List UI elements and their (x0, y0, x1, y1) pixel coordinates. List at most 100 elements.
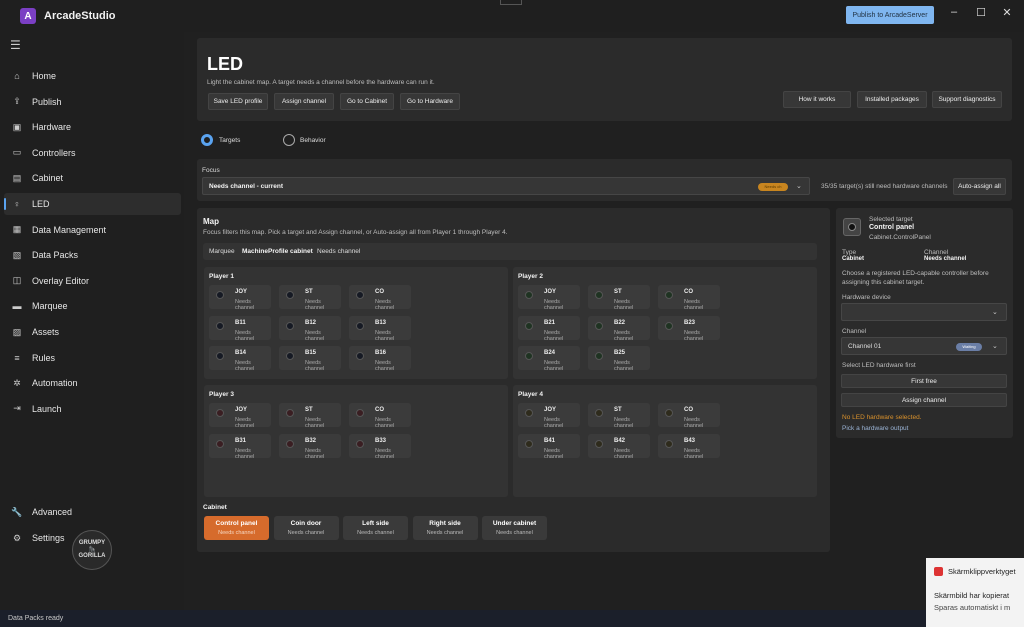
cabinet-target-right-side[interactable]: Right side Needs channel (412, 516, 478, 540)
target-name: CO (375, 289, 384, 295)
led-target-tile[interactable]: B14 Needs channel (209, 346, 271, 372)
led-target-tile[interactable]: ST Needs channel (588, 285, 650, 311)
pick-hardware-link[interactable]: Pick a hardware output (842, 425, 908, 432)
led-indicator-icon (525, 439, 533, 448)
led-target-tile[interactable]: CO Needs channel (349, 285, 411, 311)
led-target-tile[interactable]: B25 Needs channel (588, 346, 650, 372)
led-target-tile[interactable]: B16 Needs channel (349, 346, 411, 372)
led-indicator-icon (356, 439, 364, 448)
sidebar-item-cabinet[interactable]: ▤ Cabinet (4, 167, 181, 189)
minimize-icon[interactable]: – (946, 6, 962, 18)
breadcrumb: Marquee MachineProfile cabinet Needs cha… (203, 243, 817, 260)
led-target-tile[interactable]: B31 Needs channel (209, 433, 271, 460)
target-name: JOY (235, 289, 248, 295)
led-target-tile[interactable]: B24 Needs channel (518, 346, 580, 372)
cabinet-target-under-cabinet[interactable]: Under cabinet Needs channel (482, 516, 547, 540)
hardware-device-dropdown[interactable]: ⌄ (841, 303, 1007, 321)
sidebar-item-rules[interactable]: ≡ Rules (4, 347, 181, 369)
led-target-tile[interactable]: JOY Needs channel (518, 403, 580, 429)
led-target-tile[interactable]: B23 Needs channel (658, 315, 720, 342)
sidebar-item-data-packs[interactable]: ▧ Data Packs (4, 244, 181, 266)
sidebar-item-launch[interactable]: ⇥ Launch (4, 398, 181, 420)
led-target-tile[interactable]: JOY Needs channel (518, 285, 580, 311)
sidebar-item-assets[interactable]: ▨ Assets (4, 321, 181, 343)
go-to-hardware-button[interactable]: Go to Hardware (400, 93, 460, 110)
sidebar-item-label: Overlay Editor (32, 275, 90, 286)
target-status: Needs channel (375, 417, 395, 429)
target-name: CO (684, 407, 693, 413)
behavior-radio[interactable] (283, 134, 295, 146)
first-free-button[interactable]: First free (841, 374, 1007, 388)
led-target-tile[interactable]: B21 Needs channel (518, 315, 580, 342)
led-target-tile[interactable]: B42 Needs channel (588, 433, 650, 460)
toast-notification[interactable]: Skärmklippverktyget Skärmbild har kopier… (926, 558, 1024, 627)
breadcrumb-machineprofile[interactable]: MachineProfile cabinet (242, 248, 313, 255)
sidebar-item-label: Home (32, 71, 57, 81)
assign-channel-button[interactable]: Assign channel (274, 93, 334, 110)
assign-channel-side-button[interactable]: Assign channel (841, 393, 1007, 407)
installed-packages-button[interactable]: Installed packages (857, 91, 927, 108)
led-target-tile[interactable]: JOY Needs channel (209, 285, 271, 311)
breadcrumb-needs-channel[interactable]: Needs channel (317, 248, 360, 255)
led-target-tile[interactable]: JOY Needs channel (209, 403, 271, 429)
led-target-tile[interactable]: CO Needs channel (658, 285, 720, 311)
sidebar-item-controllers[interactable]: ▭ Controllers (4, 142, 181, 164)
sidebar-item-data-management[interactable]: ▦ Data Management (4, 219, 181, 241)
led-target-tile[interactable]: B43 Needs channel (658, 433, 720, 460)
led-target-tile[interactable]: B12 Needs channel (279, 315, 341, 342)
database-icon: ▦ (12, 224, 22, 235)
maximize-icon[interactable]: ☐ (973, 6, 989, 19)
cabinet-target-coin-door[interactable]: Coin door Needs channel (273, 516, 339, 540)
led-target-tile[interactable]: B41 Needs channel (518, 433, 580, 460)
auto-assign-all-button[interactable]: Auto-assign all (953, 178, 1006, 195)
led-target-tile[interactable]: B11 Needs channel (209, 315, 271, 342)
cabinet-target-control-panel[interactable]: Control panel Needs channel (204, 516, 269, 540)
sidebar-item-led[interactable]: ♀ LED (4, 193, 181, 215)
sidebar-item-hardware[interactable]: ▣ Hardware (4, 116, 181, 138)
close-icon[interactable]: ✕ (999, 6, 1015, 19)
drag-handle[interactable] (500, 0, 522, 5)
save-led-profile-button[interactable]: Save LED profile (208, 93, 268, 110)
led-target-tile[interactable]: B13 Needs channel (349, 315, 411, 342)
sidebar-item-automation[interactable]: ✲ Automation (4, 372, 181, 394)
led-target-tile[interactable]: ST Needs channel (588, 403, 650, 429)
go-to-cabinet-button[interactable]: Go to Cabinet (340, 93, 394, 110)
cabinet-target-left-side[interactable]: Left side Needs channel (343, 516, 408, 540)
gear-icon: ✲ (13, 377, 21, 388)
target-status: Needs channel (235, 329, 255, 342)
how-it-works-button[interactable]: How it works (783, 91, 851, 108)
cabinet-target-status: Needs channel (496, 530, 533, 536)
led-target-tile[interactable]: CO Needs channel (658, 403, 720, 429)
sidebar-item-home[interactable]: ⌂ Home (4, 65, 181, 87)
led-indicator-icon (356, 352, 364, 360)
breadcrumb-marquee[interactable]: Marquee (209, 248, 235, 255)
selected-description: Choose a registered LED-capable controll… (842, 270, 989, 286)
hamburger-menu-icon[interactable]: ☰ (10, 38, 21, 52)
led-target-tile[interactable]: B32 Needs channel (279, 433, 341, 460)
focus-dropdown[interactable]: Needs channel - current Needs ch ⌄ (202, 177, 810, 195)
overlay-icon: ◫ (12, 275, 22, 286)
led-target-tile[interactable]: ST Needs channel (279, 285, 341, 311)
publish-icon: ⇪ (13, 96, 21, 107)
sidebar-item-marquee[interactable]: ▬ Marquee (4, 295, 181, 317)
channel-label: Channel (924, 249, 949, 256)
sidebar-item-publish[interactable]: ⇪ Publish (4, 91, 181, 113)
target-name: B42 (614, 437, 626, 444)
sidebar-item-advanced[interactable]: 🔧 Advanced (4, 501, 181, 523)
targets-radio[interactable] (201, 134, 213, 146)
channel-dropdown[interactable]: Channel 01 Waiting ⌄ (841, 337, 1007, 355)
led-target-tile[interactable]: B33 Needs channel (349, 433, 411, 460)
brand-top-text: GRUMPY (78, 540, 106, 547)
led-target-tile[interactable]: B22 Needs channel (588, 315, 650, 342)
target-status: Needs channel (684, 447, 704, 460)
target-name: B31 (235, 437, 247, 444)
target-name: B22 (614, 319, 626, 326)
publish-button[interactable]: Publish to ArcadeServer (846, 6, 934, 24)
led-target-tile[interactable]: ST Needs channel (279, 403, 341, 429)
led-target-tile[interactable]: CO Needs channel (349, 403, 411, 429)
target-name: B25 (614, 350, 626, 356)
warning-text: No LED hardware selected. (842, 414, 922, 421)
led-target-tile[interactable]: B15 Needs channel (279, 346, 341, 372)
sidebar-item-overlay-editor[interactable]: ◫ Overlay Editor (4, 270, 181, 292)
support-diagnostics-button[interactable]: Support diagnostics (932, 91, 1002, 108)
